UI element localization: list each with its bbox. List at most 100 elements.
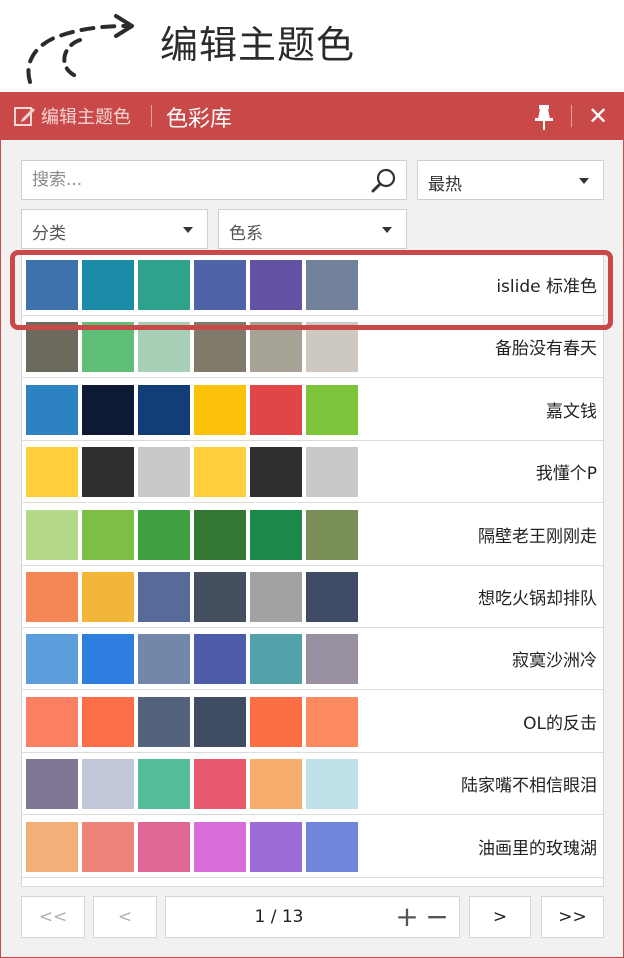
color-swatch[interactable]: [26, 821, 78, 872]
color-swatch[interactable]: [138, 821, 190, 872]
color-swatch[interactable]: [306, 634, 358, 685]
color-swatch[interactable]: [306, 821, 358, 872]
color-swatch[interactable]: [194, 384, 246, 435]
palette-row[interactable]: 陆家嘴不相信眼泪: [22, 753, 603, 816]
color-swatch[interactable]: [194, 260, 246, 310]
color-swatch[interactable]: [306, 759, 358, 810]
color-swatch[interactable]: [194, 572, 246, 622]
titlebar: 编辑主题色 色彩库 ✕: [1, 93, 623, 140]
color-swatch[interactable]: [194, 759, 246, 810]
color-swatch[interactable]: [82, 322, 134, 373]
titlebar-divider: [151, 105, 152, 127]
color-swatch[interactable]: [250, 260, 302, 310]
color-swatch[interactable]: [138, 384, 190, 435]
color-swatch[interactable]: [250, 384, 302, 435]
color-swatch[interactable]: [26, 384, 78, 435]
zoom-in-button[interactable]: +: [392, 897, 422, 937]
palette-name: 隔壁老王刚刚走: [478, 526, 597, 547]
last-page-button[interactable]: >>: [541, 896, 604, 938]
color-swatch[interactable]: [26, 759, 78, 810]
color-swatch[interactable]: [306, 696, 358, 747]
color-swatch[interactable]: [138, 759, 190, 810]
color-swatch[interactable]: [26, 447, 78, 498]
page-indicator: 1 / 13 + −: [165, 896, 460, 938]
color-swatch[interactable]: [306, 572, 358, 622]
color-swatch[interactable]: [138, 634, 190, 685]
color-swatch[interactable]: [194, 634, 246, 685]
color-swatch[interactable]: [306, 509, 358, 560]
palette-row[interactable]: 我懂个P: [22, 441, 603, 504]
color-swatch[interactable]: [82, 634, 134, 685]
swatch-group: [26, 322, 358, 373]
titlebar-divider: [571, 105, 572, 127]
color-swatch[interactable]: [250, 759, 302, 810]
sort-dropdown[interactable]: 最热: [417, 160, 604, 200]
category-dropdown[interactable]: 分类: [21, 209, 208, 249]
caret-down-icon: [382, 227, 392, 233]
color-swatch[interactable]: [306, 322, 358, 373]
color-swatch[interactable]: [82, 447, 134, 498]
color-swatch[interactable]: [250, 634, 302, 685]
pin-icon[interactable]: [529, 102, 559, 132]
edit-theme-color-button[interactable]: 编辑主题色: [13, 102, 131, 130]
color-family-dropdown[interactable]: 色系: [218, 209, 407, 249]
color-swatch[interactable]: [250, 447, 302, 498]
color-swatch[interactable]: [250, 821, 302, 872]
color-swatch[interactable]: [138, 509, 190, 560]
color-swatch[interactable]: [138, 572, 190, 622]
color-swatch[interactable]: [306, 384, 358, 435]
zoom-out-button[interactable]: −: [422, 897, 452, 937]
color-swatch[interactable]: [82, 572, 134, 622]
close-button[interactable]: ✕: [583, 101, 613, 131]
color-swatch[interactable]: [194, 509, 246, 560]
color-swatch[interactable]: [82, 384, 134, 435]
color-swatch[interactable]: [26, 572, 78, 622]
color-swatch[interactable]: [194, 696, 246, 747]
color-swatch[interactable]: [138, 447, 190, 498]
palette-row[interactable]: 寂寞沙洲冷: [22, 628, 603, 691]
color-swatch[interactable]: [306, 447, 358, 498]
color-swatch[interactable]: [26, 509, 78, 560]
next-page-button[interactable]: >: [469, 896, 531, 938]
color-swatch[interactable]: [82, 509, 134, 560]
color-swatch[interactable]: [306, 260, 358, 310]
palette-row[interactable]: islide 标准色: [22, 254, 603, 316]
color-swatch[interactable]: [194, 322, 246, 373]
color-swatch[interactable]: [82, 759, 134, 810]
screenshot-stage: 编辑主题色 编辑主题色 色彩库 ✕ 搜索... 最热 分类 色系 islide …: [0, 0, 624, 958]
color-swatch[interactable]: [250, 572, 302, 622]
color-swatch[interactable]: [82, 821, 134, 872]
first-page-button[interactable]: <<: [21, 896, 85, 938]
palette-name: 备胎没有春天: [495, 339, 597, 360]
color-swatch[interactable]: [138, 696, 190, 747]
swatch-group: [26, 509, 358, 560]
color-swatch[interactable]: [26, 322, 78, 373]
edit-theme-color-label: 编辑主题色: [41, 107, 131, 128]
prev-page-button[interactable]: <: [93, 896, 157, 938]
search-input[interactable]: [32, 167, 362, 193]
color-swatch[interactable]: [194, 821, 246, 872]
palette-name: 油画里的玫瑰湖: [478, 838, 597, 859]
color-swatch[interactable]: [194, 447, 246, 498]
caret-down-icon: [183, 227, 193, 233]
color-swatch[interactable]: [138, 260, 190, 310]
search-icon[interactable]: [370, 167, 398, 195]
palette-row[interactable]: 备胎没有春天: [22, 316, 603, 379]
palette-row[interactable]: 隔壁老王刚刚走: [22, 503, 603, 566]
palette-row[interactable]: 油画里的玫瑰湖: [22, 815, 603, 878]
color-swatch[interactable]: [26, 634, 78, 685]
color-swatch[interactable]: [26, 696, 78, 747]
color-swatch[interactable]: [82, 696, 134, 747]
palette-list: islide 标准色备胎没有春天嘉文钱 我懂个P 隔壁老王刚刚走想吃火锅却排队 寂寞沙…: [21, 253, 604, 887]
palette-row[interactable]: 想吃火锅却排队: [22, 566, 603, 628]
palette-row[interactable]: 嘉文钱: [22, 378, 603, 441]
color-swatch[interactable]: [26, 260, 78, 310]
palette-row[interactable]: OL的反击: [22, 690, 603, 753]
color-swatch[interactable]: [250, 696, 302, 747]
color-swatch[interactable]: [138, 322, 190, 373]
color-swatch[interactable]: [82, 260, 134, 310]
swatch-group: [26, 821, 358, 872]
color-swatch[interactable]: [250, 509, 302, 560]
color-swatch[interactable]: [250, 322, 302, 373]
swatch-group: [26, 260, 358, 310]
